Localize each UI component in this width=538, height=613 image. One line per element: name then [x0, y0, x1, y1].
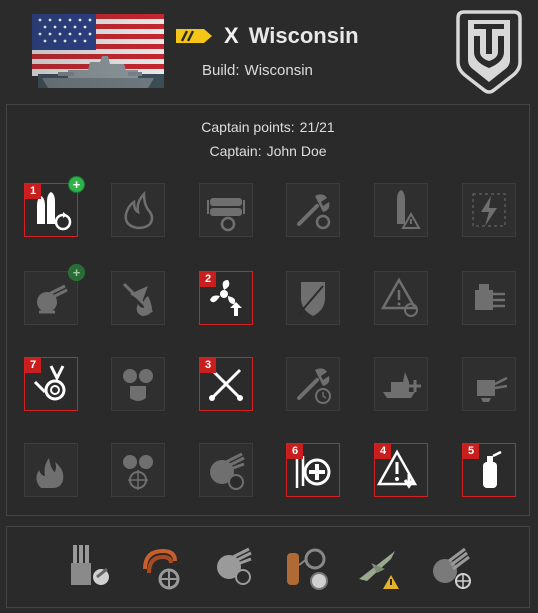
skill-ammo-reload[interactable]: 1 + [24, 176, 85, 237]
skill-order-badge: 1 [25, 184, 41, 199]
upgrade-slot-tank-gauges[interactable] [279, 539, 335, 595]
shield-icon [298, 282, 325, 316]
alert-crosshair-icon [380, 277, 418, 317]
flames-icon [36, 458, 64, 488]
torpedo-reload-icon [207, 198, 245, 232]
skill-alert-down[interactable]: 4 [374, 443, 428, 497]
ship-name: Wisconsin [248, 23, 359, 48]
captain-points-line: Captain points: 21/21 [7, 119, 529, 135]
skill-plane-fire[interactable] [111, 271, 165, 325]
upgrades-panel [6, 526, 530, 608]
skill-flames[interactable] [24, 443, 78, 497]
skill-turret[interactable] [462, 271, 516, 325]
upgrade-slot-guns-wrench[interactable] [61, 539, 117, 595]
captain-name-line: Captain: John Doe [7, 143, 529, 159]
skill-shield[interactable] [286, 271, 340, 325]
skill-torpedo-reload[interactable] [199, 183, 253, 237]
plus-icon: + [68, 176, 85, 193]
battleship-class-icon [176, 29, 212, 43]
skill-wrench-clock[interactable] [286, 357, 340, 411]
site-logo-icon [456, 10, 522, 94]
turret-clock-icon [210, 452, 245, 490]
skill-alert-crosshair[interactable] [374, 271, 428, 325]
gun-turret-icon [477, 376, 508, 402]
guns-crosshair-icon [123, 455, 153, 490]
captain-name-value: John Doe [266, 143, 327, 159]
skill-order-badge: 6 [287, 444, 303, 459]
skill-guns-crosshair[interactable] [111, 443, 165, 497]
build-value: Wisconsin [244, 62, 313, 79]
shell-warning-icon [397, 190, 421, 229]
battleship-plus-icon [383, 372, 421, 398]
captain-points-value: 21/21 [299, 119, 335, 135]
skill-battleship-plus[interactable] [374, 357, 428, 411]
build-line: Build: Wisconsin [202, 62, 313, 79]
skill-order-badge: 2 [200, 272, 216, 287]
plane-fire-icon [122, 282, 154, 316]
turret-icon [475, 284, 505, 310]
secondary-gun-icon [37, 284, 68, 314]
skill-order-badge: 4 [375, 444, 391, 459]
captain-skills-panel: Captain points: 21/21 Captain: John Doe 1 +… [6, 104, 530, 516]
skill-crossed-tools[interactable]: 3 [199, 357, 253, 411]
guns-shield-icon [123, 369, 153, 401]
lightning-icon [472, 193, 506, 227]
skill-shell-warning[interactable] [374, 183, 428, 237]
header: X Wisconsin Build: Wisconsin [0, 0, 538, 100]
captain-points-label: Captain points: [201, 119, 295, 135]
ship-title-row: X Wisconsin [174, 20, 359, 52]
skill-order-badge: 5 [463, 444, 479, 459]
upgrade-slot-turret-crosshair[interactable] [423, 539, 479, 595]
captain-name-label: Captain: [209, 143, 262, 159]
guns-wrench-icon [71, 545, 109, 585]
plus-icon: + [68, 264, 85, 281]
skill-gun-turret[interactable] [462, 357, 516, 411]
skill-fan-boost[interactable]: 2 [199, 271, 253, 325]
skill-secondary-gun[interactable]: + [24, 264, 85, 325]
skill-order-badge: 7 [25, 358, 41, 373]
skill-order-badge: 3 [200, 358, 216, 373]
skill-heal[interactable]: 6 [286, 443, 340, 497]
skill-fire[interactable] [111, 183, 165, 237]
wrench-clock-icon [297, 368, 331, 404]
build-label: Build: [202, 62, 240, 79]
hose-valve-icon [143, 548, 180, 590]
skill-flag-spiral[interactable]: 7 [24, 357, 78, 411]
ship-tier: X [224, 23, 239, 48]
turret-clock-icon [217, 547, 252, 585]
upgrade-slot-hose-valve[interactable] [135, 539, 191, 595]
fire-icon [124, 190, 154, 230]
skill-wrench-reload[interactable] [286, 183, 340, 237]
tank-gauges-icon [287, 548, 328, 590]
upgrade-slot-plane-alert[interactable] [351, 539, 407, 595]
plane-alert-icon [359, 551, 399, 589]
wrench-reload-icon [297, 194, 331, 230]
skill-turret-clock[interactable] [199, 443, 253, 497]
skill-guns-shield[interactable] [111, 357, 165, 411]
ship-flag-image [32, 14, 164, 94]
upgrade-slot-turret-clock[interactable] [207, 539, 263, 595]
skill-lightning[interactable] [462, 183, 516, 237]
turret-crosshair-icon [433, 547, 471, 589]
skill-extinguisher[interactable]: 5 [462, 443, 516, 497]
